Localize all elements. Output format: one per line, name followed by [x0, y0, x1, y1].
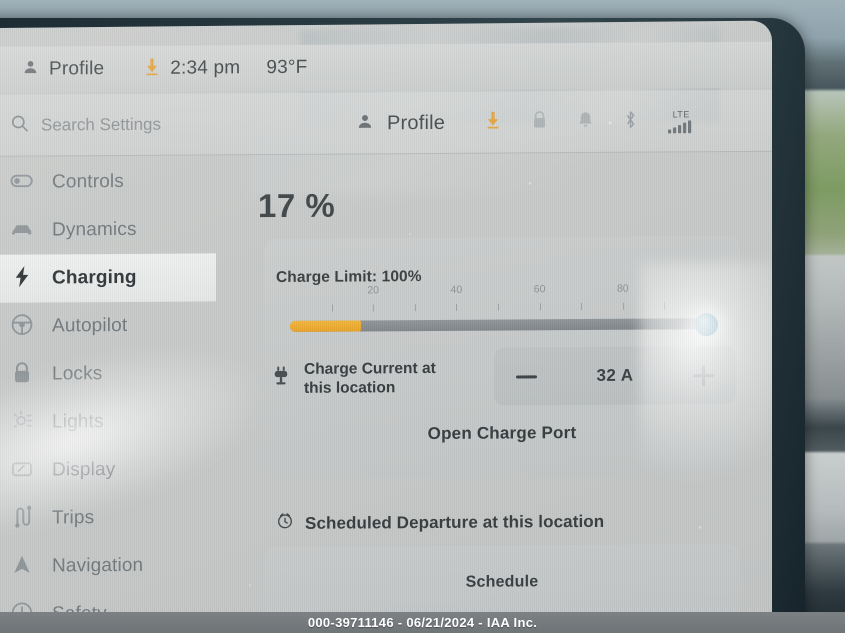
- search-icon: [10, 114, 29, 138]
- search-input[interactable]: [41, 114, 211, 136]
- sidebar-item-charging[interactable]: Charging: [0, 253, 216, 303]
- charge-current-value: 32 A: [596, 365, 634, 385]
- slider-tick: [373, 304, 375, 312]
- sidebar-item-label: Charging: [52, 266, 137, 289]
- charge-current-label-line1: Charge Current at: [304, 359, 436, 378]
- slider-tick: [581, 303, 583, 311]
- charge-limit-slider[interactable]: 20 40 60 80: [290, 282, 718, 336]
- sidebar-item-locks[interactable]: Locks: [0, 349, 216, 398]
- status-bar: Profile 2:34 pm 93°F: [0, 41, 772, 93]
- sidebar-item-label: Navigation: [52, 554, 144, 577]
- steering-wheel-icon: [10, 312, 34, 341]
- status-temperature: 93°F: [266, 56, 308, 79]
- watermark-bar: 000-39711146 - 06/21/2024 - IAA Inc.: [0, 612, 845, 633]
- slider-tick: [539, 303, 541, 311]
- car-icon: [10, 216, 34, 245]
- battery-percent: 17 %: [258, 186, 336, 225]
- sidebar-item-label: Controls: [52, 170, 124, 193]
- charging-download-icon: [144, 57, 160, 80]
- sidebar-item-label: Locks: [52, 363, 103, 385]
- slider-tick-labels: 20 40 60 80: [290, 282, 706, 301]
- sidebar-item-label: Trips: [52, 507, 95, 529]
- charge-current-row: Charge Current at this location 32 A: [272, 346, 736, 406]
- slider-tick-label: 20: [367, 284, 380, 297]
- open-charge-port-button[interactable]: Open Charge Port: [264, 422, 740, 445]
- sidebar-item-label: Lights: [52, 411, 104, 433]
- slider-tick: [622, 302, 624, 310]
- charging-download-icon[interactable]: [485, 111, 501, 135]
- photo-scene: Profile 2:34 pm 93°F Search Settings Pro…: [0, 0, 845, 633]
- status-icon-tray: LTE: [485, 109, 694, 135]
- slider-handle[interactable]: [694, 312, 718, 336]
- sidebar-item-lights[interactable]: Lights: [0, 397, 216, 446]
- sidebar-item-label: Autopilot: [52, 314, 128, 337]
- charging-panel: 17 % Charge Limit: 100% 20 40 60 80 Char…: [216, 154, 772, 633]
- lightning-bolt-icon: [10, 264, 34, 293]
- slider-track[interactable]: [290, 318, 706, 332]
- lte-signal-icon: LTE: [668, 109, 694, 134]
- decrement-button[interactable]: [516, 374, 537, 378]
- clock-departure-icon: [276, 512, 294, 535]
- sidebar-item-dynamics[interactable]: Dynamics: [0, 205, 216, 254]
- padlock-icon: [10, 360, 34, 389]
- charge-current-stepper: 32 A: [494, 346, 736, 406]
- top-bar: Profile: [0, 89, 772, 157]
- slider-tick: [498, 303, 499, 311]
- status-profile-label: Profile: [49, 58, 105, 80]
- sidebar-item-navigation[interactable]: Navigation: [0, 541, 216, 590]
- sidebar-item-label: Display: [52, 459, 116, 481]
- person-icon: [22, 59, 39, 81]
- scheduled-departure-header: Scheduled Departure at this location: [276, 510, 604, 535]
- sidebar-item-display[interactable]: Display: [0, 445, 216, 494]
- slider-tick-label: 60: [533, 283, 546, 296]
- person-icon: [356, 112, 374, 135]
- slider-tick-marks: [290, 302, 706, 313]
- navigation-arrow-icon: [10, 552, 34, 581]
- schedule-button[interactable]: Schedule: [264, 572, 740, 593]
- slider-tick: [331, 304, 333, 312]
- slider-tick: [414, 304, 416, 312]
- sidebar-item-autopilot[interactable]: Autopilot: [0, 301, 216, 350]
- sidebar-item-trips[interactable]: Trips: [0, 493, 216, 542]
- slider-fill: [290, 320, 361, 332]
- lte-label: LTE: [672, 109, 690, 120]
- scheduled-departure-label: Scheduled Departure at this location: [305, 511, 605, 533]
- profile-button[interactable]: Profile: [356, 111, 445, 135]
- headlight-icon: [10, 408, 34, 437]
- settings-sidebar: Controls Dynamics Charging Autopilot Loc…: [0, 157, 216, 631]
- charge-current-label-line2: this location: [304, 379, 396, 397]
- bluetooth-icon[interactable]: [624, 109, 637, 134]
- slider-tick: [664, 302, 666, 310]
- trips-icon: [10, 504, 34, 533]
- sidebar-item-controls[interactable]: Controls: [0, 157, 216, 206]
- lock-icon[interactable]: [532, 110, 547, 134]
- tesla-touchscreen: Profile 2:34 pm 93°F Search Settings Pro…: [0, 20, 772, 633]
- slider-tick-label: 40: [450, 283, 463, 296]
- sidebar-item-label: Dynamics: [52, 218, 137, 241]
- status-time: 2:34 pm: [170, 57, 241, 79]
- increment-button[interactable]: [693, 365, 714, 386]
- topbar-profile-label: Profile: [387, 111, 446, 134]
- plug-icon: [272, 365, 290, 392]
- slider-tick-label: 80: [616, 282, 629, 295]
- watermark-text: 000-39711146 - 06/21/2024 - IAA Inc.: [307, 615, 538, 630]
- bell-icon[interactable]: [578, 110, 593, 133]
- display-icon: [10, 456, 34, 485]
- toggle-icon: [10, 168, 34, 197]
- charge-current-label: Charge Current at this location: [304, 359, 504, 398]
- slider-tick: [456, 303, 458, 311]
- search-box[interactable]: [0, 112, 228, 137]
